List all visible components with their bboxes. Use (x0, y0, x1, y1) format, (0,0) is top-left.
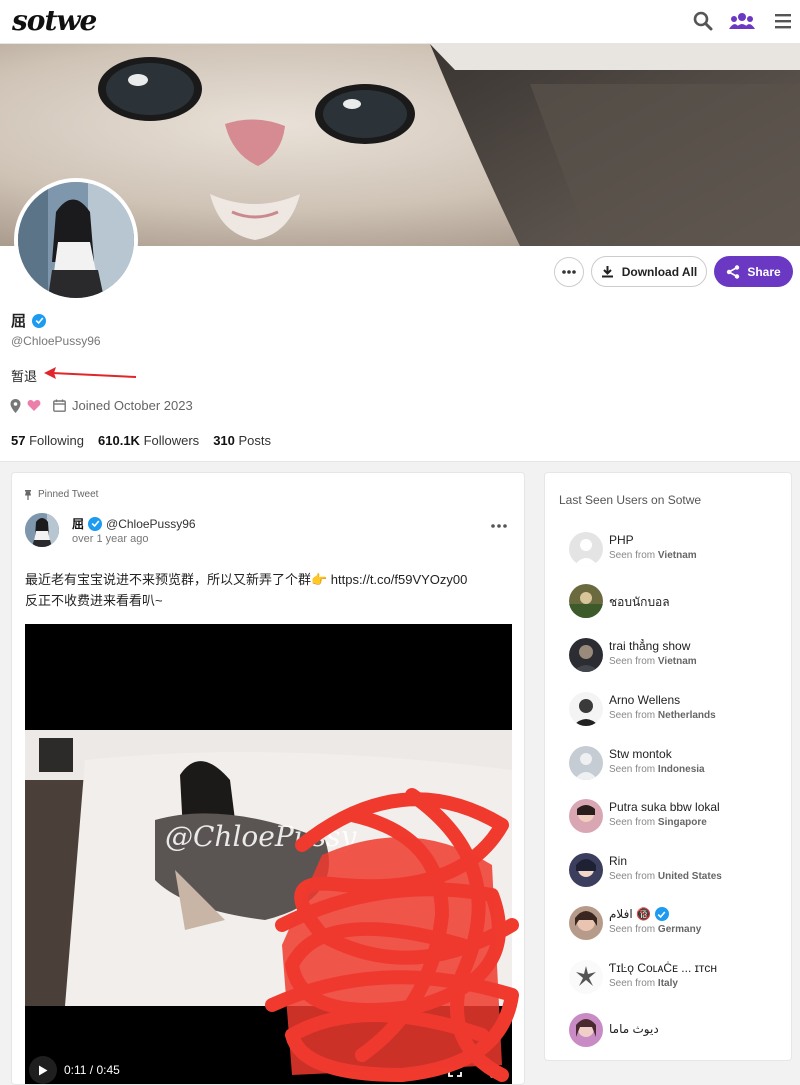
display-name: 屈 (11, 310, 47, 331)
user-name: Putra suka bbw lokal (609, 800, 720, 814)
user-avatar (569, 1013, 603, 1047)
profile-meta: Joined October 2023 (10, 398, 193, 413)
download-all-button[interactable]: Download All (591, 256, 707, 287)
user-seen-from: Seen from Singapore (609, 817, 707, 828)
redaction-scribble (265, 788, 519, 1082)
site-logo[interactable]: sotwe (12, 4, 97, 37)
menu-icon[interactable] (770, 8, 796, 34)
followers-label: Followers (143, 433, 200, 448)
user-avatar (569, 746, 603, 780)
user-seen-from: Seen from Netherlands (609, 710, 716, 721)
last-seen-user[interactable]: ชอบนักบอล (569, 581, 779, 621)
last-seen-user[interactable]: PHP Seen from Vietnam (569, 529, 779, 569)
last-seen-user[interactable]: Stw montok Seen from Indonesia (569, 743, 779, 783)
tweet-text: 最近老有宝宝说进不来预览群，所以又新弄了个群👉 https://t.co/f59… (25, 569, 515, 611)
share-label: Share (747, 264, 781, 279)
profile-handle: @ChloePussy96 (11, 334, 101, 348)
user-name: trai thẳng show (609, 639, 691, 653)
share-button[interactable]: Share (714, 256, 793, 287)
tweet-author-name: 屈 (72, 517, 85, 531)
download-all-label: Download All (621, 264, 698, 279)
posts-count: 310 (213, 433, 235, 448)
user-seen-from: Seen from United States (609, 871, 722, 882)
user-name: PHP (609, 533, 634, 547)
tweet-more-icon[interactable] (490, 521, 508, 531)
share-icon (727, 264, 740, 279)
user-avatar (569, 960, 603, 994)
last-seen-user[interactable]: Arno Wellens Seen from Netherlands (569, 689, 779, 729)
verified-badge-icon (654, 907, 669, 921)
user-avatar (569, 692, 603, 726)
play-icon[interactable] (29, 1056, 57, 1084)
user-name: Arno Wellens (609, 693, 681, 707)
posts-stat[interactable]: 310 Posts (213, 433, 271, 448)
last-seen-users-panel: Last Seen Users on Sotwe PHP Seen from V… (544, 472, 792, 1061)
display-name-text: 屈 (11, 313, 27, 330)
user-avatar (569, 638, 603, 672)
tweet-text-line: 最近老有宝宝说进不来预览群，所以又新弄了个群👉 https://t.co/f59… (25, 572, 468, 587)
annotation-arrow (44, 367, 137, 379)
user-avatar (569, 532, 603, 566)
user-seen-from: Seen from Vietnam (609, 656, 697, 667)
last-seen-user[interactable]: Rin Seen from United States (569, 850, 779, 890)
last-seen-user[interactable]: افلام 🔞 Seen from Germany (569, 903, 779, 943)
profile-stats: 57 Following 610.1K Followers 310 Posts (11, 433, 271, 448)
posts-label: Posts (238, 433, 272, 448)
last-seen-user[interactable]: trai thẳng show Seen from Vietnam (569, 635, 779, 675)
user-name: ديوث ماما (609, 1022, 659, 1036)
user-avatar (569, 853, 603, 887)
joined-date: Joined October 2023 (72, 398, 193, 413)
user-name: افلام 🔞 (609, 907, 669, 921)
user-avatar (569, 799, 603, 833)
tweet-text-line: 反正不收费进来看看叭~ (25, 593, 163, 608)
user-name-text: افلام 🔞 (609, 907, 651, 921)
last-seen-user[interactable]: Putra suka bbw lokal Seen from Singapore (569, 796, 779, 836)
user-name: ƬɪĿǫ CoʟᴀĊᴇ ... ɪᴛᴄʜ (609, 961, 718, 975)
user-name: Stw montok (609, 747, 672, 761)
tweet-time[interactable]: over 1 year ago (72, 533, 148, 545)
following-count: 57 (11, 433, 26, 448)
following-label: Following (29, 433, 85, 448)
user-avatar (569, 584, 603, 618)
pinned-text: Pinned Tweet (38, 489, 99, 500)
heart-icon (27, 400, 41, 411)
last-seen-user[interactable]: ƬɪĿǫ CoʟᴀĊᴇ ... ɪᴛᴄʜ Seen from Italy (569, 957, 779, 997)
user-name: Rin (609, 854, 628, 868)
tweet-author-avatar[interactable] (25, 513, 59, 547)
tweet-author[interactable]: 屈 @ChloePussy96 (72, 515, 196, 532)
following-stat[interactable]: 57 Following (11, 433, 84, 448)
followers-stat[interactable]: 610.1K Followers (98, 433, 199, 448)
user-seen-from: Seen from Indonesia (609, 764, 705, 775)
user-avatar (569, 906, 603, 940)
verified-badge-icon (32, 313, 47, 328)
users-icon[interactable] (729, 8, 755, 34)
location-icon (10, 398, 21, 413)
top-nav: sotwe (0, 0, 800, 44)
download-icon (601, 266, 613, 278)
user-seen-from: Seen from Italy (609, 978, 678, 989)
pinned-label: Pinned Tweet (24, 489, 98, 500)
user-seen-from: Seen from Germany (609, 924, 702, 935)
pin-icon (25, 489, 31, 500)
profile-avatar[interactable] (14, 178, 138, 302)
video-timecode: 0:11 / 0:45 (64, 1063, 120, 1077)
last-seen-user[interactable]: ديوث ماما (569, 1010, 779, 1050)
sidebar-title: Last Seen Users on Sotwe (559, 493, 702, 507)
profile-bio: 暂退 (11, 369, 38, 384)
user-seen-from: Seen from Vietnam (609, 550, 697, 561)
search-icon[interactable] (690, 8, 716, 34)
verified-badge-icon (88, 516, 103, 531)
followers-count: 610.1K (98, 433, 140, 448)
tweet-author-handle: @ChloePussy96 (106, 516, 196, 531)
user-name: ชอบนักบอล (609, 595, 670, 609)
calendar-icon (53, 399, 66, 412)
more-options-button[interactable] (554, 257, 584, 287)
